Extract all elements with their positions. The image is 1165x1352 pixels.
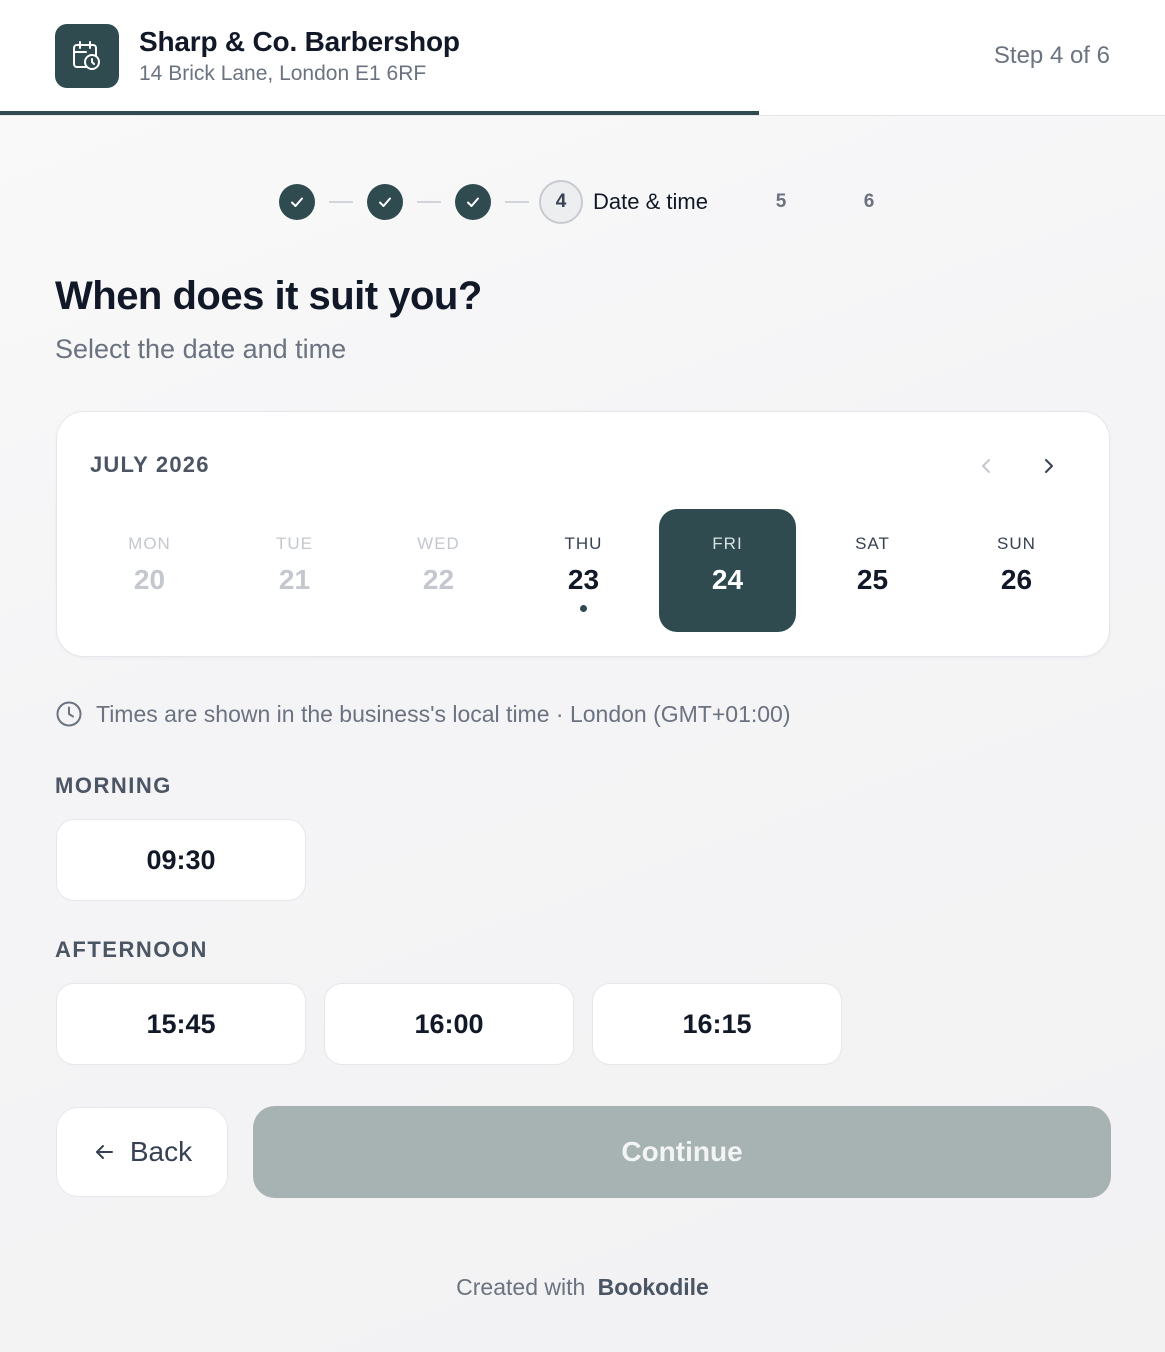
progress-fill: [0, 111, 760, 115]
previous-week-button[interactable]: [968, 448, 1004, 484]
arrow-left-icon: [95, 1145, 113, 1159]
step-1-complete[interactable]: [279, 184, 315, 220]
day-of-week: TUE: [276, 534, 313, 553]
time-slot[interactable]: 16:00: [324, 983, 574, 1065]
clock-icon: [56, 701, 82, 727]
business-name: Sharp & Co. Barbershop: [139, 26, 460, 57]
step-2-complete[interactable]: [367, 184, 403, 220]
time-slot[interactable]: 09:30: [56, 819, 306, 901]
day-number: 20: [133, 564, 166, 595]
week-calendar: JULY 2026 MON 20 TUE 21 WED 22 THU 23 FR…: [56, 411, 1110, 657]
step-5: 5: [775, 191, 787, 212]
day-of-week: MON: [128, 534, 171, 553]
step-connector: [417, 201, 441, 203]
day-thu[interactable]: THU 23: [515, 509, 652, 632]
today-indicator: [580, 605, 587, 612]
page-title: When does it suit you?: [55, 274, 482, 318]
business-address: 14 Brick Lane, London E1 6RF: [139, 62, 427, 85]
check-icon: [467, 197, 479, 207]
step-3-complete[interactable]: [455, 184, 491, 220]
day-number: 24: [711, 564, 744, 595]
day-of-week: WED: [417, 534, 460, 553]
day-wed: WED 22: [370, 509, 507, 632]
day-number: 22: [422, 564, 455, 595]
day-sat[interactable]: SAT 25: [804, 509, 941, 632]
header: Sharp & Co. Barbershop 14 Brick Lane, Lo…: [0, 0, 1165, 116]
step-connector: [329, 201, 353, 203]
timezone-text: Times are shown in the business's local …: [96, 700, 791, 727]
day-fri-selected[interactable]: FRI 24: [659, 509, 796, 632]
day-number: 21: [278, 564, 311, 595]
progress-bar: [0, 111, 1165, 115]
check-icon: [291, 197, 303, 207]
month-label: JULY 2026: [90, 452, 210, 477]
check-icon: [379, 197, 391, 207]
day-number: 23: [567, 564, 600, 595]
day-of-week: FRI: [712, 534, 743, 553]
day-of-week: SAT: [855, 534, 890, 553]
day-of-week: SUN: [997, 534, 1036, 553]
chevron-right-icon: [1045, 459, 1053, 473]
afternoon-label: AFTERNOON: [55, 937, 208, 962]
step-4-current: 4: [539, 180, 583, 224]
step-6: 6: [863, 191, 875, 212]
day-tue: TUE 21: [226, 509, 363, 632]
time-slot[interactable]: 16:15: [592, 983, 842, 1065]
time-slot[interactable]: 15:45: [56, 983, 306, 1065]
step-counter: Step 4 of 6: [993, 42, 1110, 69]
next-week-button[interactable]: [1031, 448, 1067, 484]
day-of-week: THU: [564, 534, 603, 553]
day-sun[interactable]: SUN 26: [948, 509, 1085, 632]
continue-button[interactable]: Continue: [253, 1106, 1111, 1198]
brand-link[interactable]: Bookodile: [598, 1274, 709, 1300]
calendar-clock-icon: [55, 24, 119, 88]
day-number: 26: [1000, 564, 1033, 595]
back-button[interactable]: Back: [56, 1107, 228, 1197]
page-subtitle: Select the date and time: [55, 334, 347, 364]
chevron-left-icon: [982, 459, 990, 473]
stepper: 4 Date & time 5 6: [0, 180, 1165, 224]
footer-prefix: Created with: [456, 1274, 586, 1300]
back-label: Back: [129, 1136, 193, 1167]
step-connector: [505, 201, 529, 203]
footer: Created with Bookodile: [0, 1274, 1165, 1301]
day-mon: MON 20: [81, 509, 218, 632]
timezone-note: Times are shown in the business's local …: [55, 700, 791, 728]
step-4-label: Date & time: [593, 189, 708, 214]
day-number: 25: [856, 564, 889, 595]
morning-label: MORNING: [55, 773, 172, 798]
